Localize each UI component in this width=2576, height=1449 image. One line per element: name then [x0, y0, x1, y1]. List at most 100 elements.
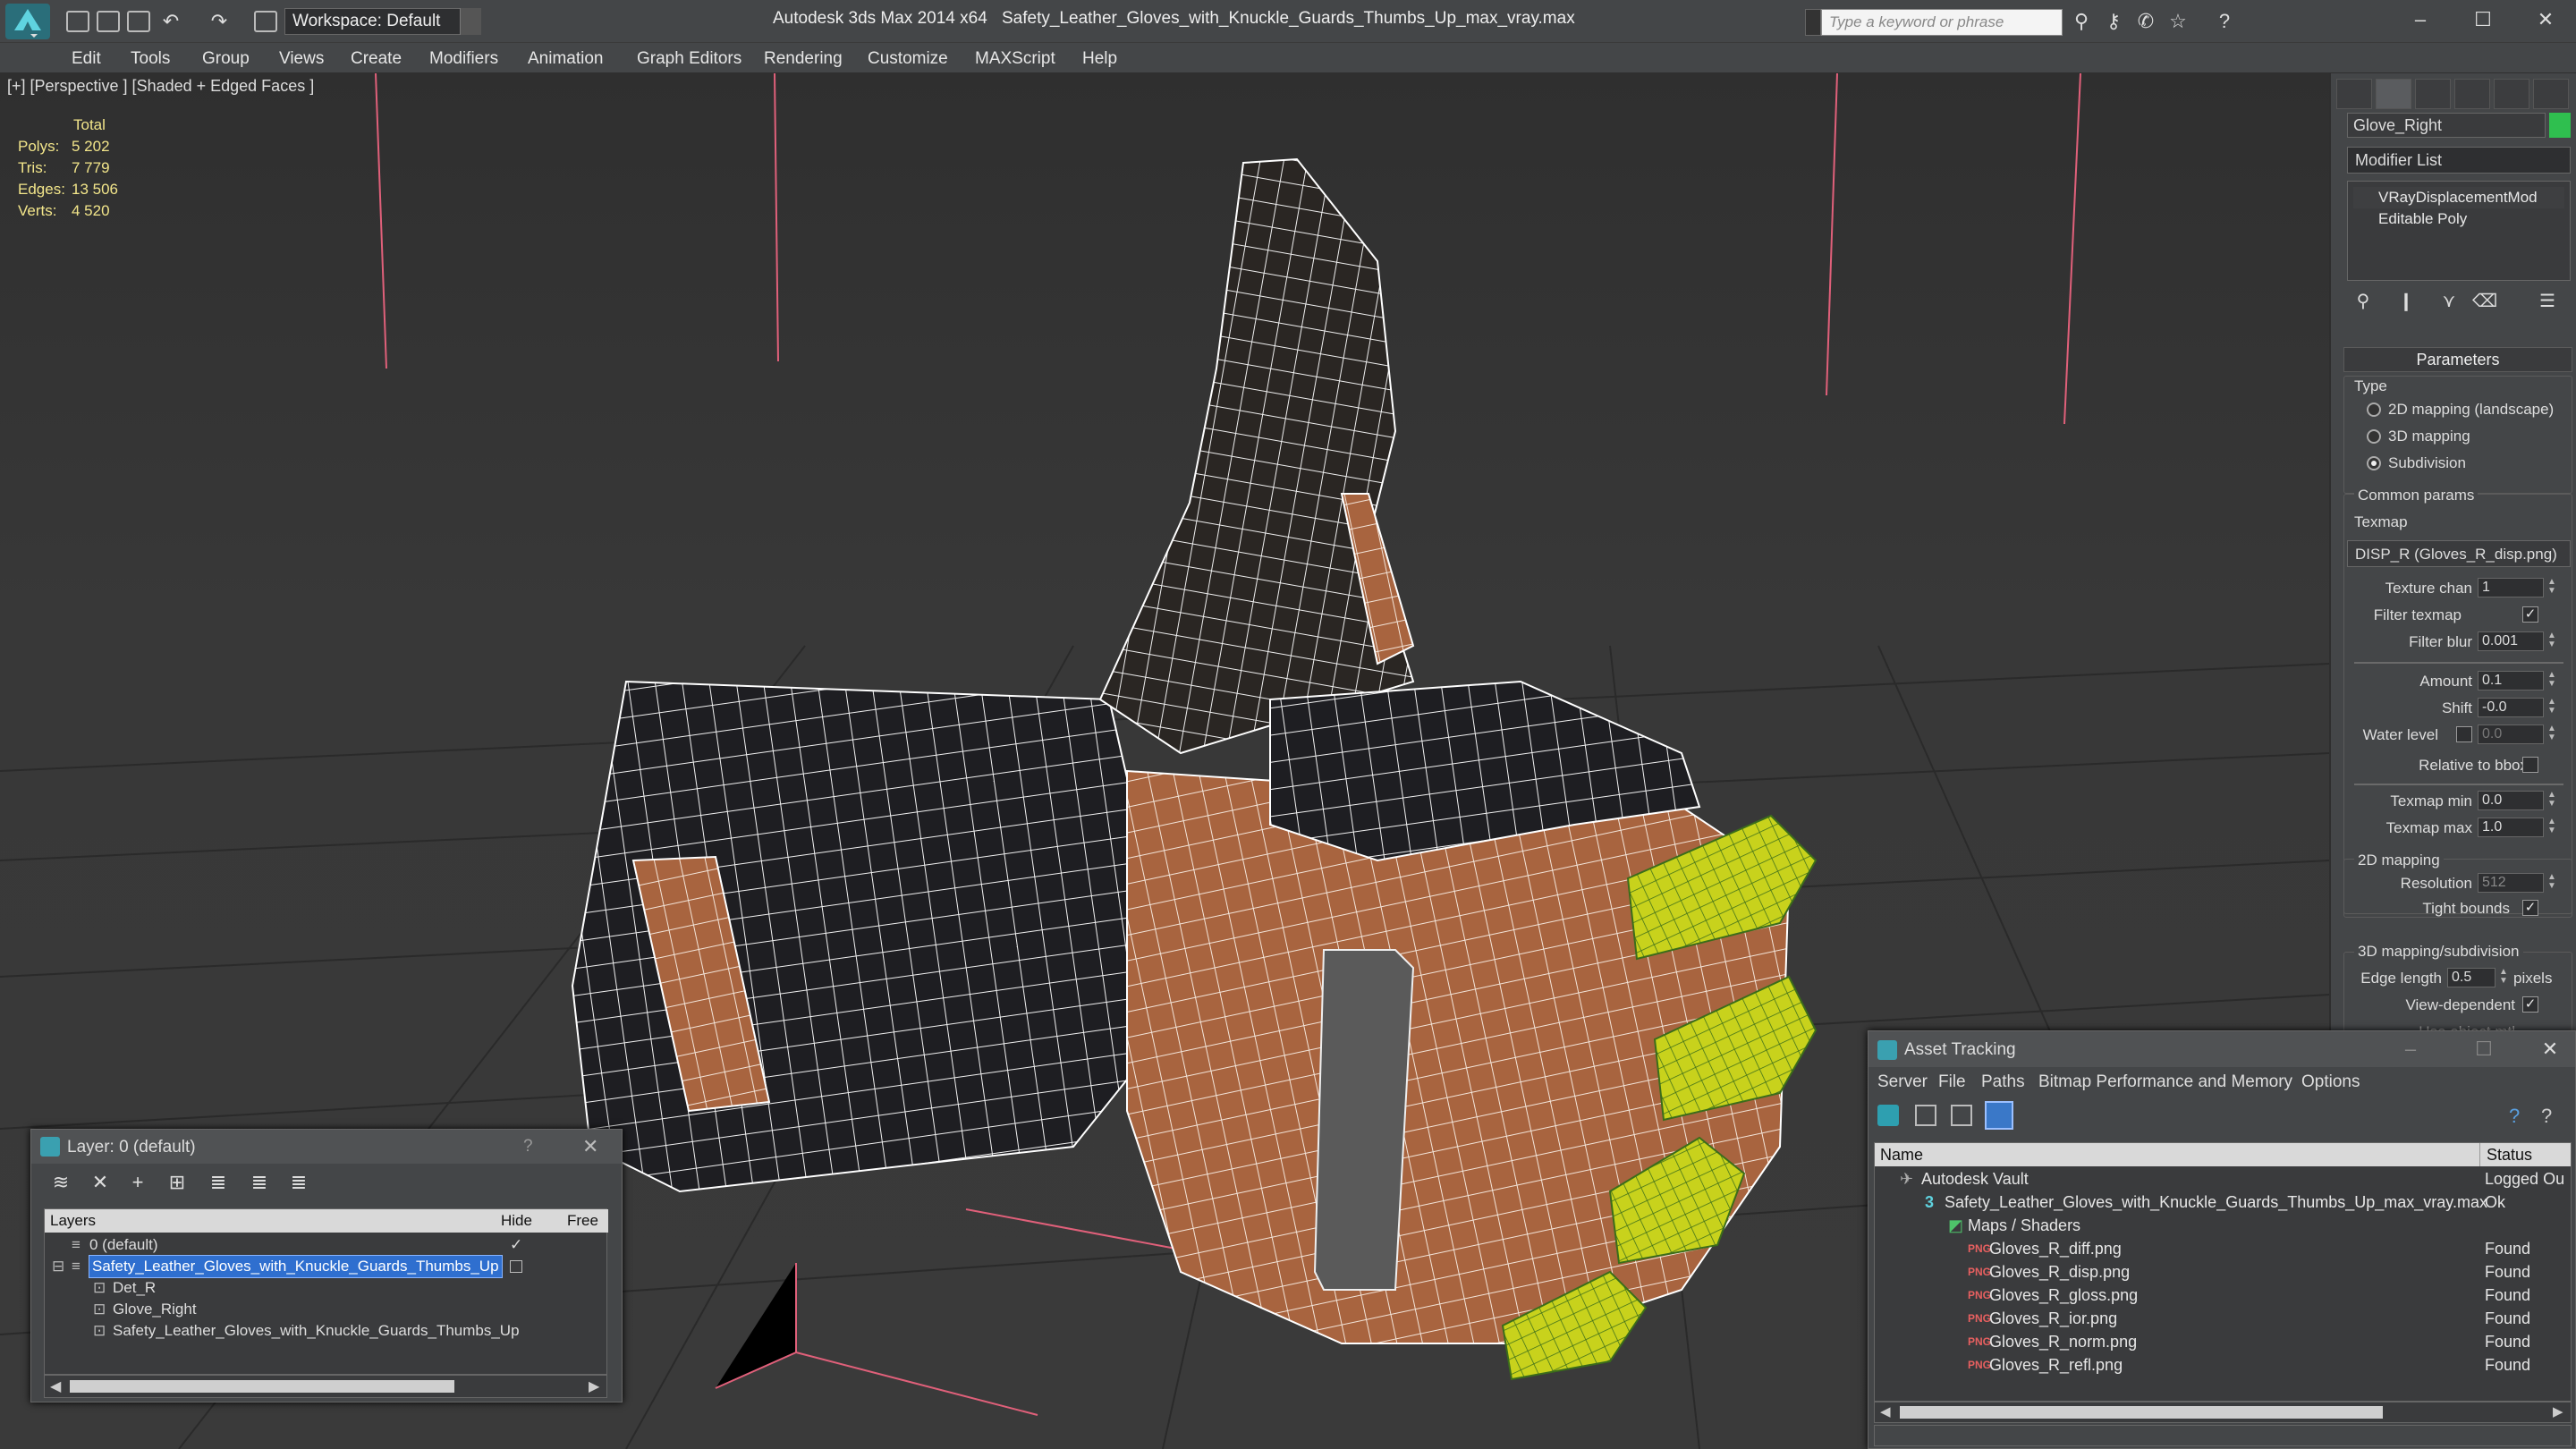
stack-item-vraydisplacement[interactable]: VRayDisplacementMod [2353, 187, 2564, 208]
relative-bbox-checkbox[interactable] [2522, 757, 2538, 773]
select-objects-icon[interactable]: ⊞ [164, 1171, 191, 1196]
texmap-button[interactable]: DISP_R (Gloves_R_disp.png) [2347, 540, 2571, 567]
layer-window-titlebar[interactable]: Layer: 0 (default) ? ✕ [31, 1130, 622, 1164]
menu-server[interactable]: Server [1877, 1072, 1928, 1092]
layer-help-icon[interactable]: ? [523, 1137, 533, 1157]
menu-options[interactable]: Options [2301, 1072, 2360, 1092]
column-status[interactable]: Status [2487, 1146, 2532, 1165]
menu-tools[interactable]: Tools [131, 49, 170, 69]
radio-2d-mapping[interactable] [2367, 402, 2381, 417]
menu-graph-editors[interactable]: Graph Editors [637, 49, 741, 69]
menu-animation[interactable]: Animation [528, 49, 604, 69]
menu-views[interactable]: Views [279, 49, 324, 69]
spinner-arrows-icon[interactable]: ▲ ▼ [2546, 698, 2558, 717]
spinner-arrows-icon[interactable]: ▲ ▼ [2546, 578, 2558, 597]
display-tab-icon[interactable] [2494, 79, 2529, 109]
shift-spinner[interactable]: -0.0 [2478, 698, 2544, 717]
texture-chan-spinner[interactable]: 1 [2478, 578, 2544, 597]
modifier-list-dropdown[interactable]: Modifier List [2347, 147, 2571, 174]
close-icon[interactable]: ✕ [2532, 1035, 2568, 1063]
modify-tab-icon[interactable] [2376, 79, 2411, 109]
table-view-icon[interactable] [1985, 1101, 2013, 1130]
filter-blur-spinner[interactable]: 0.001 [2478, 631, 2544, 651]
spinner-arrows-icon[interactable]: ▲ ▼ [2546, 818, 2558, 837]
help-icon[interactable]: ? [2213, 11, 2236, 32]
save-file-icon[interactable] [127, 11, 150, 32]
minimize-icon[interactable]: – [2402, 5, 2438, 34]
help-icon[interactable]: ? [2509, 1105, 2520, 1128]
spinner-arrows-icon[interactable]: ▲ ▼ [2546, 671, 2558, 691]
search-expand-icon[interactable] [1805, 9, 1821, 36]
scroll-thumb[interactable] [70, 1380, 454, 1393]
amount-spinner[interactable]: 0.1 [2478, 671, 2544, 691]
utilities-tab-icon[interactable] [2533, 79, 2569, 109]
layer-horizontal-scrollbar[interactable]: ◀ ▶ [44, 1375, 607, 1398]
menu-paths[interactable]: Paths [1981, 1072, 2025, 1092]
hierarchy-tab-icon[interactable] [2415, 79, 2451, 109]
redo-icon[interactable]: ↷ [208, 11, 231, 32]
asset-horizontal-scrollbar[interactable]: ◀ ▶ [1874, 1402, 2572, 1423]
asset-window-titlebar[interactable]: Asset Tracking – ☐ ✕ [1868, 1031, 2575, 1067]
menu-rendering[interactable]: Rendering [764, 49, 843, 69]
scroll-right-icon[interactable]: ▶ [589, 1377, 599, 1395]
layer-row-selected[interactable]: ⊟ ≡ Safety_Leather_Gloves_with_Knuckle_G… [45, 1255, 608, 1278]
add-layer-icon[interactable]: + [124, 1171, 151, 1196]
maximize-icon[interactable]: ☐ [2465, 5, 2501, 34]
minimize-icon[interactable]: – [2393, 1035, 2428, 1063]
close-icon[interactable]: ✕ [2528, 5, 2563, 34]
make-unique-icon[interactable]: ⋎ [2436, 290, 2462, 315]
asset-row[interactable]: PNG Gloves_R_refl.png Found [1875, 1354, 2571, 1377]
scroll-right-icon[interactable]: ▶ [2553, 1403, 2563, 1419]
asset-row[interactable]: PNG Gloves_R_norm.png Found [1875, 1331, 2571, 1354]
stack-item-editable-poly[interactable]: Editable Poly [2353, 208, 2564, 230]
menu-bitmap-performance[interactable]: Bitmap Performance and Memory [2038, 1072, 2292, 1092]
scroll-left-icon[interactable]: ◀ [1880, 1403, 1891, 1419]
asset-row[interactable]: PNG Gloves_R_ior.png Found [1875, 1308, 2571, 1331]
menu-group[interactable]: Group [202, 49, 250, 69]
menu-file[interactable]: File [1938, 1072, 1966, 1092]
motion-tab-icon[interactable] [2454, 79, 2490, 109]
key-icon[interactable]: ⚷ [2102, 11, 2125, 32]
asset-row[interactable]: PNG Gloves_R_disp.png Found [1875, 1261, 2571, 1284]
menu-edit[interactable]: Edit [72, 49, 101, 69]
spinner-arrows-icon[interactable]: ▲ ▼ [2546, 791, 2558, 810]
spinner-arrows-icon[interactable]: ▲ ▼ [2546, 724, 2558, 744]
radio-3d-mapping[interactable] [2367, 429, 2381, 444]
scroll-thumb[interactable] [1900, 1406, 2383, 1419]
thumbnail-view-icon[interactable] [1951, 1105, 1972, 1126]
asset-row[interactable]: ✈ Autodesk Vault Logged Ou [1875, 1168, 2571, 1191]
column-layers[interactable]: Layers [50, 1212, 96, 1230]
hide-all-icon[interactable]: ≣ [246, 1171, 273, 1196]
freeze-all-icon[interactable]: ≣ [285, 1171, 312, 1196]
configure-modifier-sets-icon[interactable]: ☰ [2535, 290, 2560, 315]
app-logo-icon[interactable] [5, 4, 50, 39]
object-color-swatch[interactable] [2549, 113, 2571, 138]
menu-create[interactable]: Create [351, 49, 402, 69]
spinner-arrows-icon[interactable]: ▲ ▼ [2546, 873, 2558, 893]
water-level-spinner[interactable]: 0.0 [2478, 724, 2544, 744]
menu-modifiers[interactable]: Modifiers [429, 49, 498, 69]
help-tooltip-icon[interactable]: ? [2541, 1105, 2552, 1128]
tight-bounds-checkbox[interactable]: ✓ [2522, 900, 2538, 916]
remove-modifier-icon[interactable]: ⌫ [2472, 290, 2497, 315]
viewport-label[interactable]: [+] [Perspective ] [Shaded + Edged Faces… [7, 77, 314, 96]
asset-row[interactable]: PNG Gloves_R_diff.png Found [1875, 1238, 2571, 1261]
open-file-icon[interactable] [97, 11, 120, 32]
column-divider[interactable] [2479, 1143, 2480, 1166]
delete-layer-icon[interactable]: ✕ [87, 1171, 114, 1196]
spinner-arrows-icon[interactable]: ▲ ▼ [2546, 631, 2558, 651]
texmap-min-spinner[interactable]: 0.0 [2478, 791, 2544, 810]
show-end-result-icon[interactable]: ❙ [2394, 290, 2419, 315]
highlight-selected-icon[interactable]: ≣ [205, 1171, 232, 1196]
refresh-icon[interactable] [1877, 1105, 1899, 1126]
maximize-icon[interactable]: ☐ [2466, 1035, 2502, 1063]
undo-icon[interactable]: ↶ [159, 11, 182, 32]
binoculars-icon[interactable]: ⚲ [2070, 11, 2093, 32]
menu-maxscript[interactable]: MAXScript [975, 49, 1055, 69]
view-dependent-checkbox[interactable]: ✓ [2522, 996, 2538, 1013]
column-name[interactable]: Name [1880, 1146, 1923, 1165]
edge-length-spinner[interactable]: 0.5 [2447, 968, 2496, 987]
column-freeze[interactable]: Free [567, 1212, 598, 1230]
chevron-down-icon[interactable] [460, 8, 481, 35]
workspace-dropdown[interactable]: Workspace: Default [284, 8, 481, 35]
